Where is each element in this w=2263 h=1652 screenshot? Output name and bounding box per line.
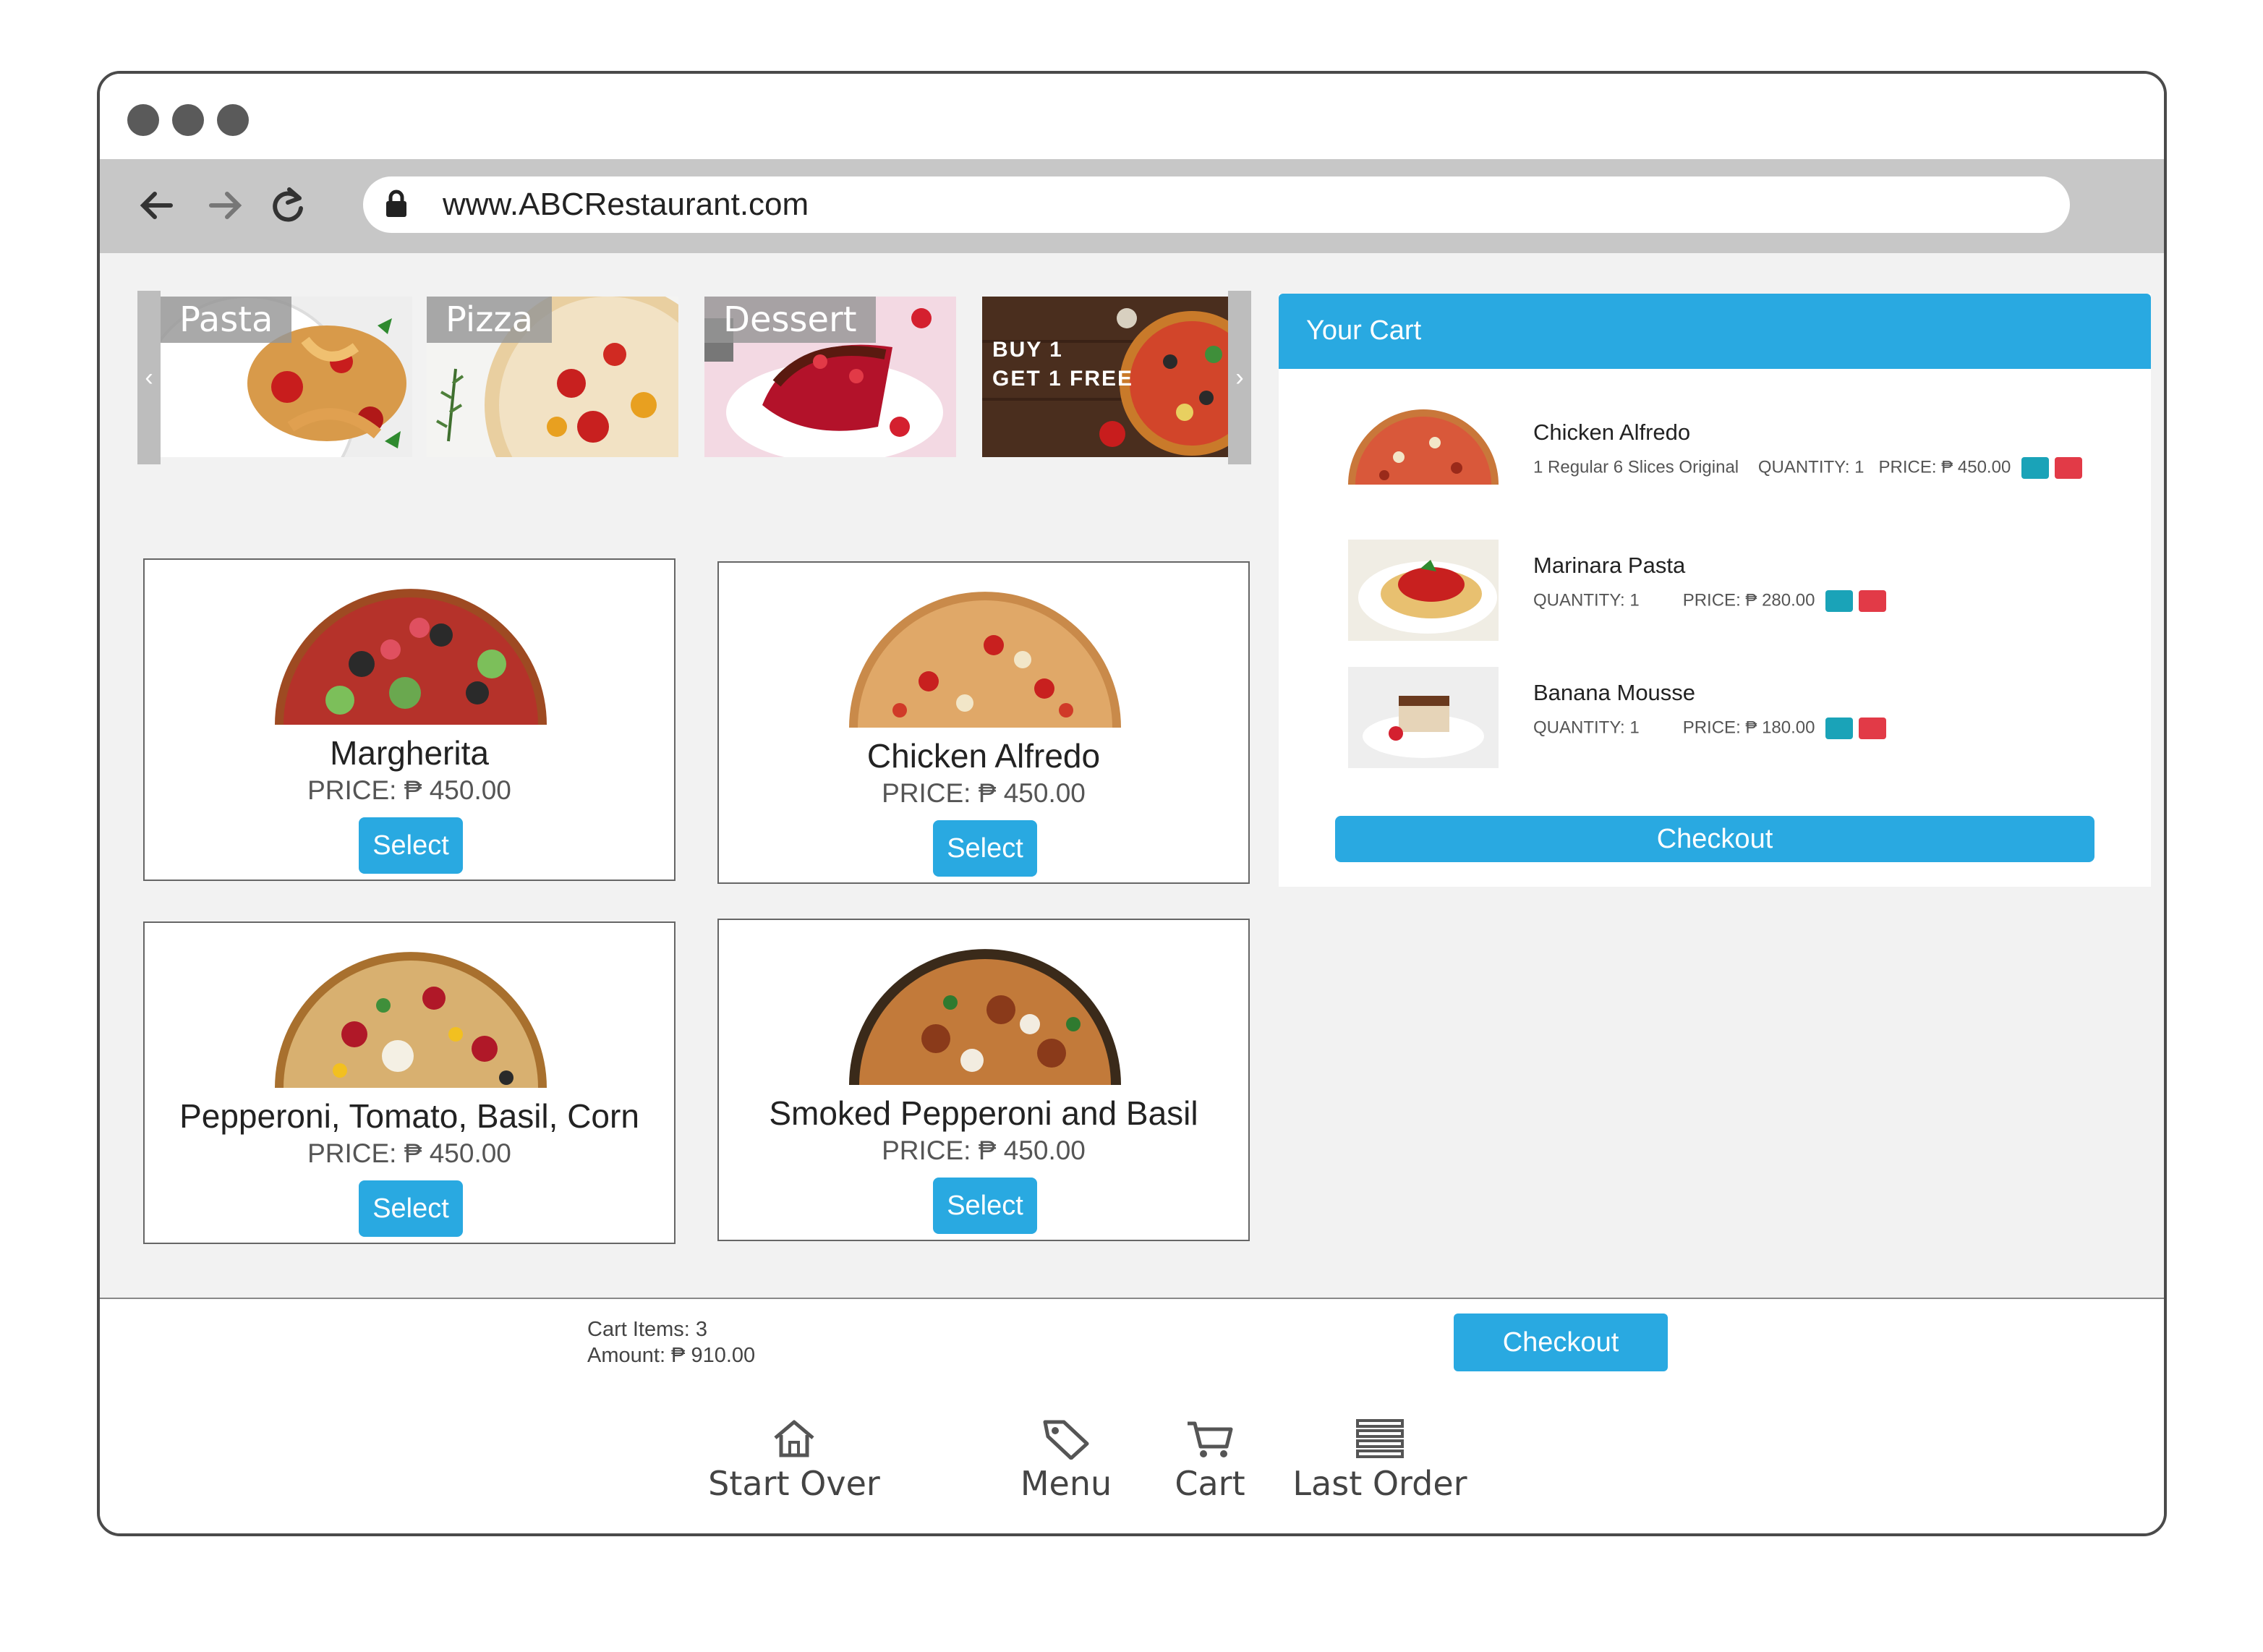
category-label: Pasta xyxy=(161,297,292,343)
edit-icon[interactable] xyxy=(1825,718,1854,739)
bottom-tab-bar: Start Over Menu Cart Last Order xyxy=(100,1392,2164,1533)
category-tile-pizza[interactable]: Pizza xyxy=(427,297,678,457)
product-card-margherita: Margherita PRICE: ₱ 450.00 Select xyxy=(143,558,676,881)
category-label: Pizza xyxy=(427,297,553,343)
margherita-pizza-image xyxy=(275,589,547,725)
window-minimize-dot[interactable] xyxy=(172,104,204,136)
cart-item-option: 1 Regular 6 Slices Original xyxy=(1533,457,1739,477)
trash-icon[interactable] xyxy=(1859,718,1887,739)
cart-item-image xyxy=(1348,667,1499,768)
cart-item-name: Chicken Alfredo xyxy=(1533,420,1691,445)
category-label: Dessert xyxy=(704,297,876,343)
cart-icon xyxy=(1188,1421,1233,1457)
cart-item-quantity: QUANTITY: 1 xyxy=(1533,590,1640,610)
product-name: Smoked Pepperoni and Basil xyxy=(769,1094,1198,1132)
chevron-right-icon: › xyxy=(1235,363,1244,391)
reload-icon[interactable] xyxy=(265,182,311,229)
window-titlebar xyxy=(100,74,2164,159)
cart-items-count: Cart Items: 3 xyxy=(587,1318,707,1341)
back-arrow-icon[interactable] xyxy=(135,182,181,229)
cart-item-quantity: QUANTITY: 1 xyxy=(1757,457,1864,477)
smoked-pepperoni-pizza-image xyxy=(849,949,1121,1085)
edit-icon[interactable] xyxy=(1825,590,1854,612)
tab-menu[interactable]: Menu xyxy=(1015,1418,1117,1503)
checkout-button[interactable]: Checkout xyxy=(1454,1313,1668,1371)
pepperoni-corn-pizza-image xyxy=(275,952,547,1088)
cart-title: Your Cart xyxy=(1306,315,1422,346)
tag-icon xyxy=(1043,1420,1089,1460)
browser-window: www.ABCRestaurant.com ‹ Pasta Pizza Dess… xyxy=(97,71,2167,1536)
tab-label: Cart xyxy=(1175,1464,1245,1503)
window-close-dot[interactable] xyxy=(127,104,159,136)
cart-item-name: Banana Mousse xyxy=(1533,680,1696,705)
product-price: PRICE: ₱ 450.00 xyxy=(307,775,511,805)
product-name: Margherita xyxy=(330,734,489,772)
forward-arrow-icon[interactable] xyxy=(201,182,247,229)
category-tile-dessert[interactable]: Dessert xyxy=(704,297,956,457)
window-maximize-dot[interactable] xyxy=(217,104,249,136)
cart-item-image xyxy=(1348,406,1499,508)
cart-item-image xyxy=(1348,540,1499,641)
select-button[interactable]: Select xyxy=(359,1180,463,1237)
promo-tile-buy1-get1[interactable]: BUY 1 GET 1 FREE xyxy=(982,297,1234,457)
product-price: PRICE: ₱ 450.00 xyxy=(882,778,1086,808)
select-button[interactable]: Select xyxy=(933,820,1037,877)
product-card-chicken-alfredo: Chicken Alfredo PRICE: ₱ 450.00 Select xyxy=(717,561,1250,884)
carousel-next-button[interactable]: › xyxy=(1228,291,1251,464)
product-name: Chicken Alfredo xyxy=(866,737,1101,775)
promo-line-2: GET 1 FREE xyxy=(992,367,1134,391)
select-button[interactable]: Select xyxy=(359,817,463,874)
edit-icon[interactable] xyxy=(2021,457,2049,479)
category-carousel: ‹ Pasta Pizza Dessert BUY 1 GET 1 FREE › xyxy=(137,291,1251,464)
carousel-prev-button[interactable]: ‹ xyxy=(137,291,161,464)
promo-line-1: BUY 1 xyxy=(992,338,1063,362)
promo-text: BUY 1 GET 1 FREE xyxy=(992,336,1133,393)
cart-checkout-button[interactable]: Checkout xyxy=(1335,816,2094,862)
lock-icon xyxy=(386,190,406,217)
cart-item: Chicken Alfredo 1 Regular 6 Slices Origi… xyxy=(1348,406,2144,522)
product-name: Pepperoni, Tomato, Basil, Corn xyxy=(179,1097,639,1135)
category-tile-pasta[interactable]: Pasta xyxy=(161,297,412,457)
select-button[interactable]: Select xyxy=(933,1178,1037,1234)
tab-label: Last Order xyxy=(1292,1464,1467,1503)
cart-item: Banana Mousse QUANTITY: 1 PRICE: ₱ 180.0… xyxy=(1348,667,2144,783)
cart-item-details: 1 Regular 6 Slices Original QUANTITY: 1 … xyxy=(1533,457,2082,479)
list-icon xyxy=(1356,1419,1404,1458)
tab-label: Start Over xyxy=(708,1464,880,1503)
cart-summary-bar: Cart Items: 3 Amount: ₱ 910.00 Checkout xyxy=(100,1298,2164,1393)
tab-label: Menu xyxy=(1020,1464,1112,1503)
chevron-left-icon: ‹ xyxy=(145,363,153,391)
address-bar[interactable]: www.ABCRestaurant.com xyxy=(363,176,2070,233)
cart-item: Marinara Pasta QUANTITY: 1 PRICE: ₱ 280.… xyxy=(1348,540,2144,655)
browser-navbar: www.ABCRestaurant.com xyxy=(100,159,2164,253)
cart-item-price: PRICE: ₱ 180.00 xyxy=(1682,718,1815,738)
url-text: www.ABCRestaurant.com xyxy=(443,187,809,222)
cart-item-details: QUANTITY: 1 PRICE: ₱ 280.00 xyxy=(1533,590,1887,612)
product-card-smoked-pepperoni-basil: Smoked Pepperoni and Basil PRICE: ₱ 450.… xyxy=(717,919,1250,1241)
cart-item-name: Marinara Pasta xyxy=(1533,553,1686,578)
trash-icon[interactable] xyxy=(2054,457,2082,479)
cart-item-details: QUANTITY: 1 PRICE: ₱ 180.00 xyxy=(1533,718,1887,739)
product-card-pepperoni-tomato-basil-corn: Pepperoni, Tomato, Basil, Corn PRICE: ₱ … xyxy=(143,921,676,1244)
cart-amount: Amount: ₱ 910.00 xyxy=(587,1344,756,1367)
cart-header: Your Cart xyxy=(1279,294,2151,369)
tab-cart[interactable]: Cart xyxy=(1170,1418,1250,1503)
tab-last-order[interactable]: Last Order xyxy=(1286,1418,1474,1503)
tab-start-over[interactable]: Start Over xyxy=(707,1418,881,1503)
cart-item-price: PRICE: ₱ 450.00 xyxy=(1878,457,2011,477)
cart-summary-text: Cart Items: 3 Amount: ₱ 910.00 xyxy=(587,1316,755,1368)
cart-item-price: PRICE: ₱ 280.00 xyxy=(1682,590,1815,610)
product-price: PRICE: ₱ 450.00 xyxy=(882,1136,1086,1165)
home-icon xyxy=(774,1420,814,1457)
cart-item-quantity: QUANTITY: 1 xyxy=(1533,718,1640,738)
chicken-alfredo-pizza-image xyxy=(849,592,1121,728)
cart-panel: Your Cart Chicken Alfredo 1 Regular 6 Sl… xyxy=(1279,294,2151,887)
trash-icon[interactable] xyxy=(1859,590,1887,612)
product-price: PRICE: ₱ 450.00 xyxy=(307,1138,511,1168)
